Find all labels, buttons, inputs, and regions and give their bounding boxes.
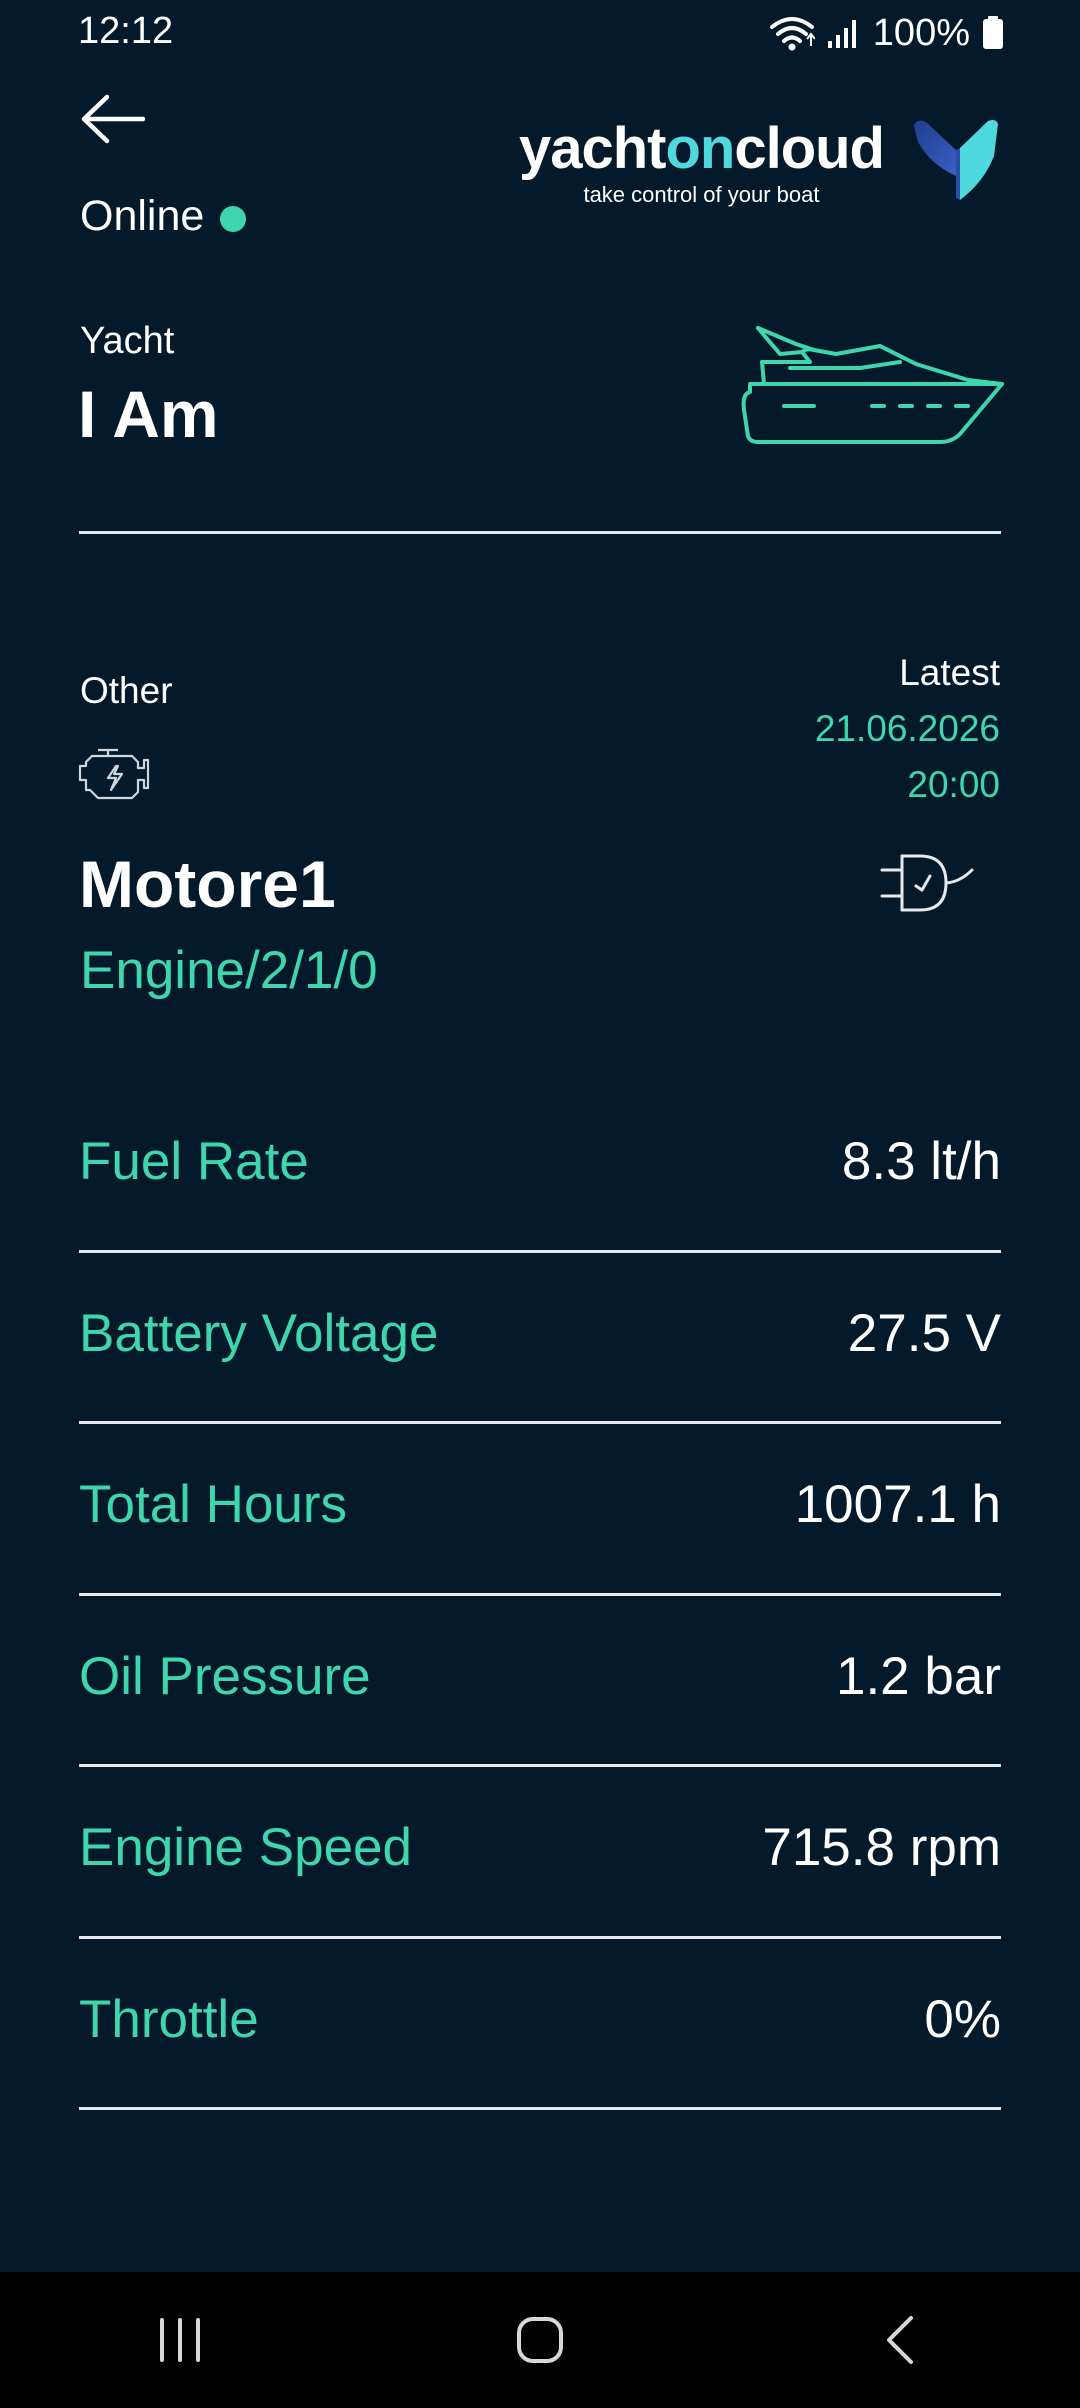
battery-icon bbox=[983, 16, 1003, 49]
reading-value: 1.2 bar bbox=[835, 1646, 1001, 1706]
reading-label: Total Hours bbox=[79, 1475, 348, 1534]
brand-logo: yachtoncloud take control of your boat bbox=[519, 118, 1002, 208]
home-icon bbox=[517, 2317, 563, 2363]
engine-detail-screen: 12:12 100% Online yachtoncloud take cont… bbox=[0, 0, 1080, 2408]
status-icons: 100% bbox=[769, 10, 1004, 56]
reading-value: 1007.1 h bbox=[794, 1475, 1001, 1534]
device-name: Motore1 bbox=[79, 847, 336, 921]
reading-row-throttle: Throttle 0% bbox=[79, 1939, 1001, 2110]
reading-value: 8.3 lt/h bbox=[841, 1132, 1001, 1191]
status-time: 12:12 bbox=[78, 10, 174, 52]
reading-label: Oil Pressure bbox=[79, 1646, 371, 1706]
reading-label: Fuel Rate bbox=[79, 1132, 309, 1191]
reading-row-oil-pressure: Oil Pressure 1.2 bar bbox=[79, 1596, 1001, 1767]
connection-status: Online bbox=[80, 192, 247, 241]
recent-apps-button[interactable] bbox=[120, 2295, 240, 2385]
logo-wordmark: yachtoncloud bbox=[518, 116, 885, 181]
logo-word-yacht: yacht bbox=[518, 116, 667, 181]
battery-percent: 100% bbox=[872, 11, 970, 54]
home-button[interactable] bbox=[480, 2295, 600, 2385]
reading-row-total-hours: Total Hours 1007.1 h bbox=[79, 1424, 1001, 1596]
yacht-icon bbox=[741, 326, 1004, 444]
reading-value: 27.5 V bbox=[847, 1303, 1001, 1363]
reading-label: Engine Speed bbox=[79, 1818, 413, 1877]
reading-label: Throttle bbox=[79, 1989, 259, 2049]
reading-label: Battery Voltage bbox=[79, 1303, 439, 1363]
readings-list: Fuel Rate 8.3 lt/h Battery Voltage 27.5 … bbox=[79, 1081, 1001, 2110]
yacht-name: I Am bbox=[78, 377, 219, 451]
reading-value: 715.8 rpm bbox=[762, 1818, 1001, 1877]
plug-icon bbox=[880, 854, 974, 912]
reading-value: 0% bbox=[924, 1989, 1001, 2049]
logo-word-on: on bbox=[665, 116, 735, 181]
back-icon bbox=[887, 2316, 913, 2364]
reading-row-battery-voltage: Battery Voltage 27.5 V bbox=[79, 1253, 1001, 1424]
engine-icon bbox=[78, 748, 150, 800]
latest-label: Latest bbox=[899, 652, 1000, 693]
logo-tagline: take control of your boat bbox=[583, 182, 820, 207]
back-arrow-icon bbox=[81, 94, 145, 144]
online-indicator-dot bbox=[220, 205, 247, 232]
recent-apps-icon bbox=[160, 2318, 200, 2362]
yacht-label: Yacht bbox=[80, 320, 175, 362]
row-divider bbox=[79, 2107, 1001, 2110]
system-back-button[interactable] bbox=[840, 2295, 960, 2385]
system-nav-bar bbox=[0, 2272, 1080, 2408]
latest-time: 20:00 bbox=[907, 764, 1000, 805]
device-category: Other bbox=[80, 670, 173, 711]
signal-icon bbox=[827, 20, 856, 48]
reading-row-engine-speed: Engine Speed 715.8 rpm bbox=[79, 1767, 1001, 1939]
online-label: Online bbox=[80, 192, 205, 240]
status-bar: 12:12 100% bbox=[0, 0, 1080, 64]
reading-row-fuel-rate: Fuel Rate 8.3 lt/h bbox=[79, 1081, 1001, 1253]
back-button[interactable] bbox=[72, 86, 152, 152]
logo-text: yachtoncloud take control of your boat bbox=[518, 116, 885, 208]
logo-word-cloud: cloud bbox=[734, 116, 885, 181]
latest-date: 21.06.2026 bbox=[814, 708, 1000, 749]
device-path: Engine/2/1/0 bbox=[80, 941, 378, 1000]
yacht-divider bbox=[79, 531, 1001, 534]
wifi-icon bbox=[769, 17, 815, 51]
logo-mark-icon bbox=[914, 120, 998, 200]
